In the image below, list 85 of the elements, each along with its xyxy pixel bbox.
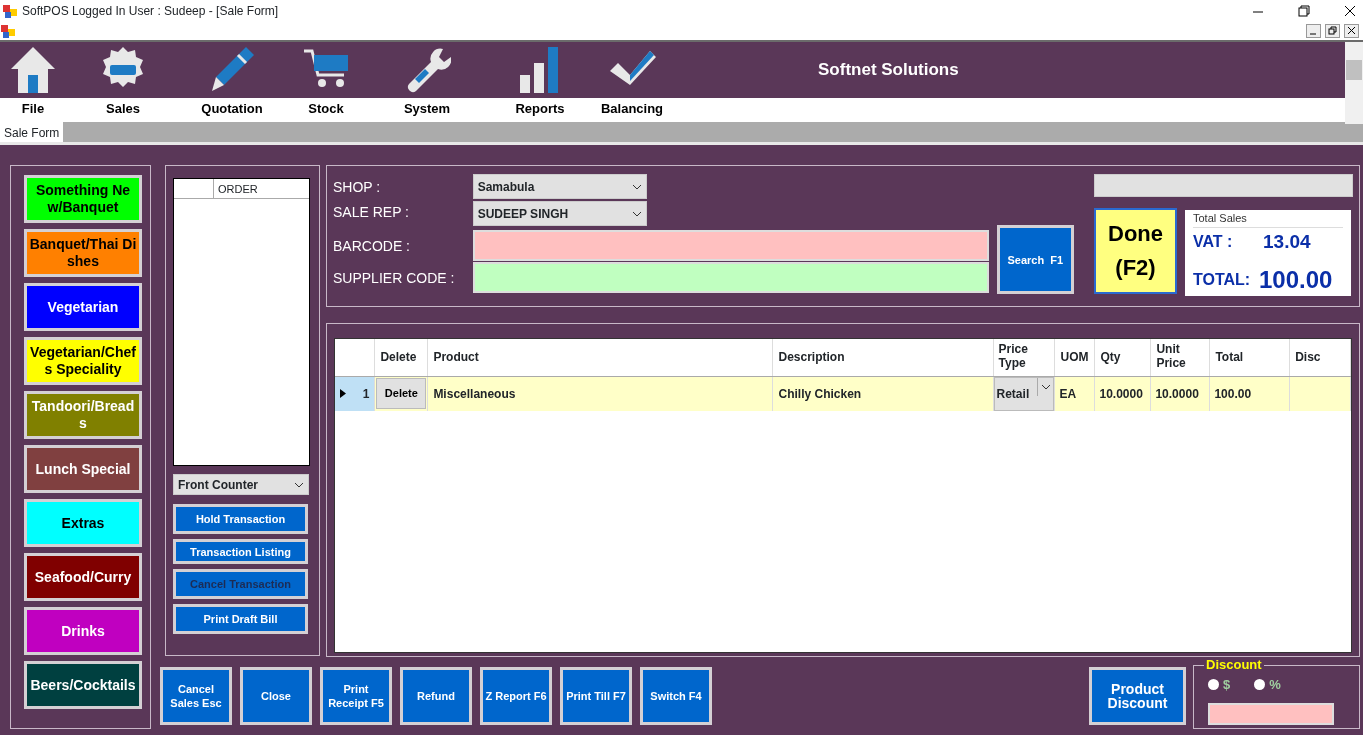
counter-select[interactable]: Front Counter bbox=[173, 474, 309, 495]
toolbar-button[interactable]: File bbox=[0, 42, 66, 122]
table-cell: EA bbox=[1054, 376, 1095, 411]
barcode-field[interactable] bbox=[472, 230, 989, 261]
row-header[interactable]: 1 bbox=[335, 376, 375, 411]
app-icon bbox=[2, 3, 18, 19]
toolbar-button[interactable]: Quotation bbox=[180, 42, 284, 122]
column-header: Qty bbox=[1100, 350, 1121, 365]
company-name: Softnet Solutions bbox=[818, 59, 959, 81]
action-button[interactable]: Print Till F7 bbox=[560, 667, 632, 725]
field-label: SUPPLIER CODE : bbox=[333, 269, 456, 288]
house-icon bbox=[9, 45, 57, 93]
current-row-icon bbox=[340, 389, 346, 398]
side-button[interactable]: Transaction Listing bbox=[173, 539, 308, 564]
product-discount-button[interactable]: Product Discount bbox=[1089, 667, 1186, 725]
restore-icon[interactable] bbox=[1325, 24, 1340, 38]
shop-select[interactable]: Samabula bbox=[472, 174, 647, 199]
discount-field[interactable] bbox=[1208, 702, 1334, 725]
column-header: Total bbox=[1215, 350, 1244, 365]
column-header: Description bbox=[778, 350, 845, 365]
category-button[interactable]: Extras bbox=[24, 499, 142, 547]
category-button[interactable]: Beers/Cocktails bbox=[24, 661, 142, 709]
radio-button[interactable] bbox=[1208, 679, 1219, 691]
column-header: UOM bbox=[1060, 350, 1089, 365]
category-button[interactable]: Vegetarian bbox=[24, 283, 142, 331]
chevron-down-icon bbox=[631, 210, 642, 217]
table-cell: Miscellaneous bbox=[427, 376, 773, 411]
tab[interactable]: Sale Form bbox=[0, 122, 64, 142]
totals-title: Total Sales bbox=[1193, 210, 1343, 228]
table-cell: Chilly Chicken bbox=[773, 376, 994, 411]
category-button[interactable]: Tandoori/Breads bbox=[24, 391, 142, 439]
table-cell: 10.0000 bbox=[1094, 376, 1151, 411]
vat-value: 13.04 bbox=[1263, 229, 1311, 254]
close-icon[interactable] bbox=[1344, 24, 1359, 38]
radio-label: % bbox=[1269, 676, 1281, 694]
table-cell: 10.0000 bbox=[1150, 376, 1210, 411]
side-button[interactable]: Hold Transaction bbox=[173, 504, 308, 534]
column-header: Price Type bbox=[998, 342, 1029, 371]
toolbar-button[interactable]: Stock bbox=[284, 42, 368, 122]
done-button[interactable]: Done (F2) bbox=[1094, 208, 1177, 294]
action-button[interactable]: Z Report F6 bbox=[480, 667, 552, 725]
column-header: Delete bbox=[380, 350, 417, 365]
toolbar-button[interactable]: Balancing bbox=[594, 42, 670, 122]
action-button[interactable]: Refund bbox=[400, 667, 472, 725]
column-header: Disc bbox=[1295, 350, 1321, 365]
category-button[interactable]: Lunch Special bbox=[24, 445, 142, 493]
window-title: SoftPOS Logged In User : Sudeep - [Sale Form] bbox=[22, 3, 279, 20]
toolbar-button[interactable]: System bbox=[368, 42, 486, 122]
chevron-down-icon bbox=[631, 183, 642, 190]
chevron-down-icon bbox=[294, 481, 304, 488]
total-label: TOTAL: bbox=[1193, 270, 1252, 290]
action-button[interactable]: Switch F4 bbox=[640, 667, 712, 725]
radio-label: $ bbox=[1223, 676, 1231, 694]
column-header: Unit Price bbox=[1156, 342, 1187, 371]
vat-label: VAT : bbox=[1193, 231, 1234, 252]
scrollbar[interactable] bbox=[1345, 42, 1363, 124]
category-button[interactable]: Banquet/Thai Dishes bbox=[24, 229, 142, 277]
row-number: 1 bbox=[362, 385, 370, 403]
column-header: ORDER bbox=[217, 182, 258, 197]
action-button[interactable]: Cancel Sales Esc bbox=[160, 667, 232, 725]
toolbar-button[interactable]: Reports bbox=[486, 42, 594, 122]
category-button[interactable]: Something New/Banquet bbox=[24, 175, 142, 223]
chevron-down-icon bbox=[1040, 383, 1051, 390]
field-label: SALE REP : bbox=[333, 203, 410, 222]
total-value: 100.00 bbox=[1259, 265, 1333, 295]
rep-select[interactable]: SUDEEP SINGH bbox=[472, 201, 647, 226]
category-button[interactable]: Vegetarian/Chefs Speciality bbox=[24, 337, 142, 385]
app-icon bbox=[0, 23, 16, 39]
column-header: Product bbox=[433, 350, 479, 365]
search-button[interactable]: Search F1 bbox=[996, 225, 1074, 294]
field-label: SHOP : bbox=[333, 178, 382, 197]
field-label: BARCODE : bbox=[333, 237, 411, 256]
action-button[interactable]: Close bbox=[240, 667, 312, 725]
side-button[interactable]: Print Draft Bill bbox=[173, 604, 308, 634]
delete-button[interactable]: Delete bbox=[376, 378, 427, 409]
order-list[interactable]: ORDER bbox=[173, 178, 310, 466]
price-type-select[interactable]: Retail bbox=[993, 376, 1055, 411]
supplier-code-field[interactable] bbox=[472, 262, 989, 293]
category-button[interactable]: Drinks bbox=[24, 607, 142, 655]
radio-button[interactable] bbox=[1254, 679, 1266, 691]
category-button[interactable]: Seafood/Curry bbox=[24, 553, 142, 601]
minimize-icon[interactable] bbox=[1306, 24, 1321, 38]
action-button[interactable]: Print Receipt F5 bbox=[320, 667, 392, 725]
table-cell: 100.00 bbox=[1209, 376, 1290, 411]
toolbar-button[interactable]: Sales bbox=[66, 42, 180, 122]
